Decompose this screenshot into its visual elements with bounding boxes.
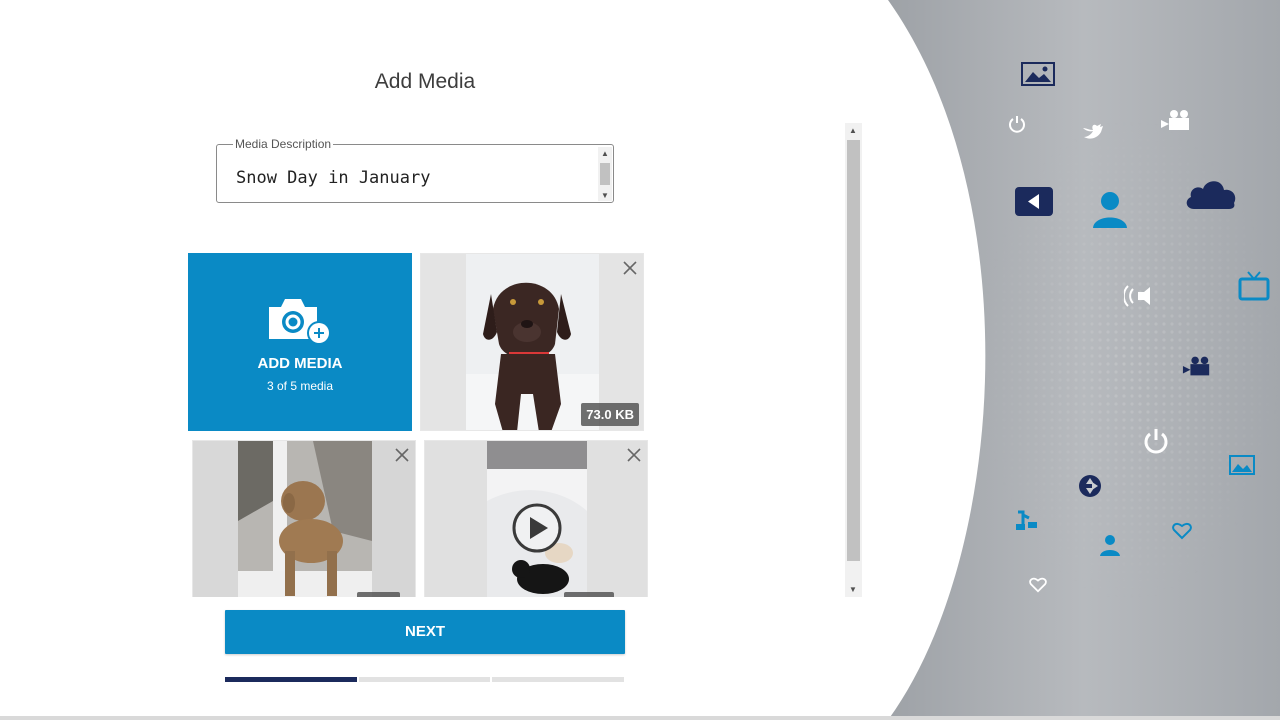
remove-media-close-icon[interactable] <box>394 447 410 463</box>
heart-icon-2 <box>1029 577 1047 593</box>
media-thumbnail-video[interactable] <box>424 440 648 597</box>
scroll-down-arrow-icon[interactable]: ▼ <box>849 585 857 594</box>
remove-media-close-icon[interactable] <box>626 447 642 463</box>
description-scroll-thumb[interactable] <box>600 163 610 185</box>
page-title: Add Media <box>374 70 476 93</box>
image-icon-2 <box>1229 455 1255 475</box>
next-button[interactable]: NEXT <box>225 610 625 654</box>
media-description-field[interactable]: Media Description Snow Day in January ▲ … <box>216 137 614 203</box>
bottom-divider <box>0 716 1280 720</box>
speaker-icon <box>1124 285 1150 307</box>
tv-icon <box>1238 271 1270 301</box>
add-media-label: ADD MEDIA <box>257 355 343 372</box>
file-size-badge <box>357 592 400 597</box>
poodle-photo <box>193 441 415 597</box>
twitter-icon <box>1083 124 1103 139</box>
remove-media-close-icon[interactable] <box>622 260 638 276</box>
video-camera-icon <box>1161 110 1189 130</box>
cloud-icon <box>1186 181 1236 209</box>
description-scrollbar[interactable]: ▲ ▼ <box>598 147 612 201</box>
video-camera-icon-2 <box>1182 356 1210 376</box>
media-thumbnail[interactable] <box>192 440 416 597</box>
user-icon-2 <box>1100 535 1120 556</box>
music-icon <box>1016 510 1037 530</box>
progress-step-3 <box>492 677 624 682</box>
file-size-badge <box>564 592 614 597</box>
scroll-up-arrow-icon[interactable]: ▲ <box>601 149 609 158</box>
media-scrollbar[interactable]: ▲ ▼ <box>845 123 862 597</box>
progress-step-2 <box>359 677 490 682</box>
scroll-up-arrow-icon[interactable]: ▲ <box>849 126 857 135</box>
media-grid: ADD MEDIA 3 of 5 media 73.0 KB <box>180 248 660 597</box>
camera-shutter-icon <box>1079 475 1101 497</box>
media-count: 3 of 5 media <box>266 379 334 393</box>
image-icon <box>1021 62 1055 86</box>
media-description-value[interactable]: Snow Day in January <box>236 168 430 188</box>
snow-video-frame <box>425 441 647 597</box>
power-icon <box>1009 116 1025 133</box>
media-description-label: Media Description <box>233 137 334 151</box>
progress-step-1 <box>225 677 357 682</box>
media-thumbnail[interactable]: 73.0 KB <box>420 253 644 431</box>
scroll-down-arrow-icon[interactable]: ▼ <box>601 191 609 200</box>
file-size-badge: 73.0 KB <box>581 403 639 426</box>
user-icon <box>1093 192 1127 228</box>
power-icon-2 <box>1144 429 1168 454</box>
camera-add-icon <box>269 299 331 345</box>
heart-icon <box>1172 522 1192 540</box>
add-media-button[interactable]: ADD MEDIA 3 of 5 media <box>188 253 412 431</box>
play-back-icon <box>1015 187 1053 216</box>
media-scroll-thumb[interactable] <box>847 140 860 561</box>
